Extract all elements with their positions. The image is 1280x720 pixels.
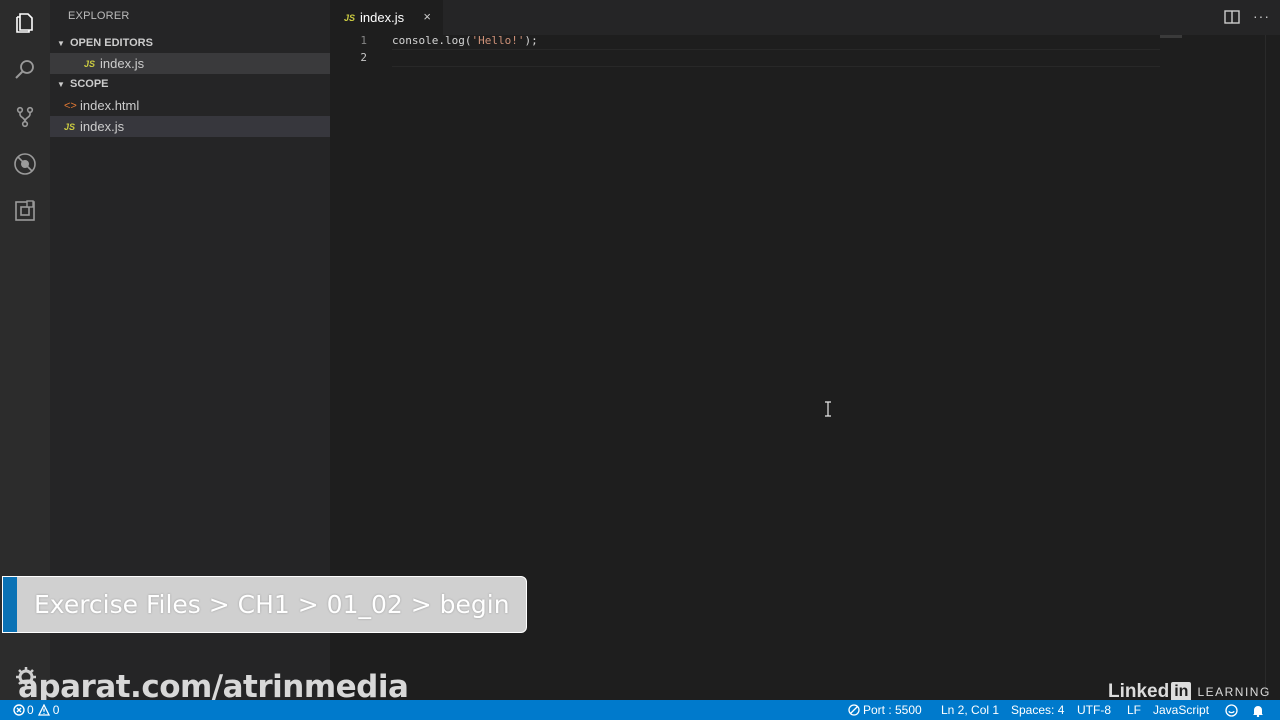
chevron-down-icon: ▼	[57, 38, 65, 48]
editor-scrollbar[interactable]	[1265, 35, 1275, 700]
block-icon	[848, 704, 860, 716]
problems-indicator[interactable]: 0 0	[13, 700, 59, 720]
line-number: 1	[360, 34, 367, 47]
file-label: index.js	[80, 119, 125, 134]
string-token: 'Hello!'	[471, 34, 525, 47]
line-number: 2	[360, 51, 367, 64]
more-actions-icon[interactable]: ···	[1253, 8, 1270, 24]
port-label: Port : 5500	[863, 703, 922, 717]
notifications-bell-icon[interactable]	[1252, 700, 1264, 720]
tab-index-js[interactable]: JS index.js ×	[330, 0, 443, 35]
code-line[interactable]: 2	[330, 49, 1030, 66]
open-editors-label: OPEN EDITORS	[70, 37, 153, 49]
warning-icon	[37, 704, 50, 716]
folder-label: SCOPE	[70, 78, 109, 90]
logo-box: in	[1171, 682, 1192, 702]
js-file-icon: JS	[84, 58, 96, 69]
live-server-port[interactable]: Port : 5500	[848, 700, 922, 720]
encoding[interactable]: UTF-8	[1077, 700, 1111, 720]
folder-header-scope[interactable]: ▼ SCOPE	[50, 74, 330, 94]
code-token: console.log(	[392, 34, 472, 47]
open-editors-header[interactable]: ▼ OPEN EDITORS	[50, 33, 330, 53]
file-label: index.html	[80, 98, 140, 113]
cursor-position[interactable]: Ln 2, Col 1	[941, 700, 999, 720]
debug-icon[interactable]	[13, 152, 37, 176]
text-cursor-icon	[825, 401, 831, 417]
source-control-icon[interactable]	[13, 105, 37, 129]
warning-count: 0	[52, 703, 60, 717]
error-count: 0	[27, 703, 34, 717]
js-file-icon: JS	[64, 121, 76, 132]
explorer-icon[interactable]	[13, 11, 37, 35]
code-token: );	[524, 34, 538, 47]
editor-tab-bar: JS index.js × ···	[330, 0, 1280, 35]
file-item-index-html[interactable]: <> index.html	[50, 95, 330, 116]
indentation[interactable]: Spaces: 4	[1011, 700, 1064, 720]
sidebar-title: EXPLORER	[68, 10, 130, 22]
status-bar: 0 0 Port : 5500 Ln 2, Col 1 Spaces: 4 UT…	[0, 700, 1280, 720]
open-editor-label: index.js	[100, 56, 145, 71]
search-icon[interactable]	[13, 58, 37, 82]
close-icon[interactable]: ×	[423, 9, 431, 24]
caption-accent-bar	[3, 577, 17, 632]
language-mode[interactable]: JavaScript	[1153, 700, 1209, 720]
folder-path-caption: Exercise Files > CH1 > 01_02 > begin	[2, 576, 527, 633]
code-line[interactable]: 1 console.log('Hello!');	[330, 32, 1030, 49]
js-file-icon: JS	[344, 12, 356, 23]
code-text: console.log('Hello!');	[392, 34, 538, 47]
chevron-down-icon: ▼	[57, 79, 65, 89]
logo-learning: LEARNING	[1197, 685, 1271, 699]
end-of-line[interactable]: LF	[1127, 700, 1141, 720]
caption-text: Exercise Files > CH1 > 01_02 > begin	[34, 590, 510, 619]
open-editor-item[interactable]: JS index.js	[50, 53, 330, 74]
file-item-index-js[interactable]: JS index.js	[50, 116, 330, 137]
feedback-icon[interactable]	[1225, 700, 1238, 720]
tab-label: index.js	[360, 10, 405, 25]
extensions-icon[interactable]	[13, 199, 37, 223]
error-icon	[13, 704, 25, 716]
html-file-icon: <>	[64, 99, 77, 112]
minimap[interactable]	[1160, 35, 1182, 38]
split-editor-icon[interactable]	[1224, 10, 1240, 24]
